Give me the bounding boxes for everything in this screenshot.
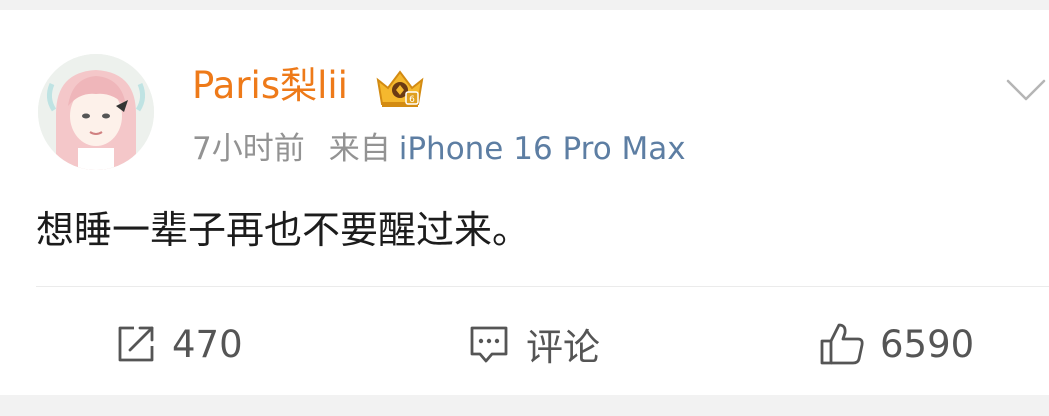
repost-button[interactable]: 470 <box>114 320 243 368</box>
weibo-post-card: Paris梨lii 6 7小时前 来自 iPhone 16 Pro Max 想睡一辈… <box>0 10 1049 395</box>
avatar-illustration <box>38 54 154 170</box>
post-meta: 7小时前 来自 iPhone 16 Pro Max <box>192 130 686 168</box>
thumbs-up-icon <box>820 323 864 365</box>
repost-icon <box>118 326 154 362</box>
chevron-down-icon[interactable] <box>1005 78 1047 104</box>
comment-icon <box>470 326 508 363</box>
like-button[interactable]: 6590 <box>818 320 974 368</box>
username[interactable]: Paris梨lii <box>192 64 348 108</box>
svg-text:6: 6 <box>409 95 415 105</box>
divider <box>36 286 1049 287</box>
user-avatar[interactable] <box>38 54 154 170</box>
post-content: 想睡一辈子再也不要醒过来。 <box>36 208 531 252</box>
source-prefix: 来自 <box>328 131 391 167</box>
like-count: 6590 <box>880 322 975 366</box>
source-device[interactable]: iPhone 16 Pro Max <box>399 131 686 167</box>
comment-button[interactable]: 评论 <box>466 320 600 369</box>
comment-label: 评论 <box>526 326 600 369</box>
vip-crown-icon[interactable]: 6 <box>372 66 428 110</box>
post-time: 7小时前 <box>192 131 305 167</box>
repost-count: 470 <box>172 322 243 366</box>
